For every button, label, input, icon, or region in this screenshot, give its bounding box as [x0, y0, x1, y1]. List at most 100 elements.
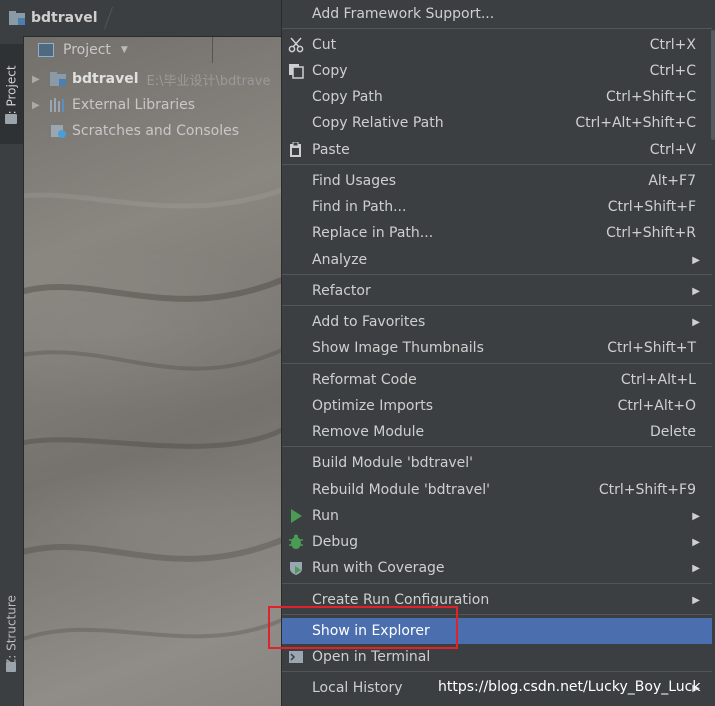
project-view-icon	[38, 43, 54, 57]
menu-item-label: Copy Relative Path	[312, 115, 444, 131]
menu-item-shortcut: Ctrl+Alt+O	[617, 398, 696, 414]
navbar-separator	[103, 7, 113, 29]
menu-item-shortcut: Ctrl+Alt+L	[620, 372, 696, 388]
menu-item-shortcut: Ctrl+V	[649, 142, 696, 158]
menu-item-shortcut: Alt+F7	[648, 173, 696, 189]
tree-item-label: External Libraries	[72, 97, 195, 113]
left-tool-strip: 1: Project Z: Structure	[0, 36, 24, 706]
submenu-arrow-icon: ▶	[692, 594, 700, 606]
watermark-text: https://blog.csdn.net/Lucky_Boy_Luck	[438, 679, 701, 695]
tree-item-label: bdtravel	[72, 71, 139, 87]
menu-item-analyze[interactable]: Analyze ▶	[282, 247, 712, 273]
menu-item-shortcut: Ctrl+Shift+F9	[598, 482, 696, 498]
menu-separator	[282, 274, 712, 275]
submenu-arrow-icon: ▶	[692, 285, 700, 297]
menu-item-copy[interactable]: Copy Ctrl+C	[282, 58, 712, 84]
menu-item-show-image-thumbnails[interactable]: Show Image Thumbnails Ctrl+Shift+T	[282, 335, 712, 361]
menu-item-label: Show Image Thumbnails	[312, 340, 484, 356]
menu-item-remove-module[interactable]: Remove Module Delete	[282, 419, 712, 445]
menu-item-find-usages[interactable]: Find Usages Alt+F7	[282, 168, 712, 194]
debug-icon	[288, 534, 304, 550]
menu-item-label: Debug	[312, 534, 359, 550]
menu-item-label: Refactor	[312, 283, 371, 299]
run-icon	[288, 508, 304, 524]
menu-item-run-with-coverage[interactable]: Run with Coverage ▶	[282, 555, 712, 581]
menu-item-shortcut: Ctrl+X	[649, 37, 696, 53]
tree-item-label: Scratches and Consoles	[72, 123, 239, 139]
submenu-arrow-icon: ▶	[692, 254, 700, 266]
menu-item-cut[interactable]: Cut Ctrl+X	[282, 32, 712, 58]
header-divider	[212, 37, 213, 63]
submenu-arrow-icon: ▶	[692, 510, 700, 522]
menu-item-label: Add to Favorites	[312, 314, 426, 330]
menu-item-copy-path[interactable]: Copy Path Ctrl+Shift+C	[282, 84, 712, 110]
menu-item-label: Run	[312, 508, 339, 524]
menu-item-run[interactable]: Run ▶	[282, 503, 712, 529]
expand-arrow-icon[interactable]: ▶	[32, 100, 42, 111]
menu-item-label: Optimize Imports	[312, 398, 433, 414]
expand-arrow-icon[interactable]: ▶	[32, 74, 42, 85]
menu-item-label: Build Module 'bdtravel'	[312, 455, 474, 471]
menu-item-label: Reformat Code	[312, 372, 417, 388]
menu-item-reformat-code[interactable]: Reformat Code Ctrl+Alt+L	[282, 367, 712, 393]
menu-item-label: Find in Path...	[312, 199, 407, 215]
project-panel-header[interactable]: Project ▼	[24, 37, 282, 63]
structure-tab-icon	[6, 662, 16, 672]
menu-separator	[282, 583, 712, 584]
menu-item-label: Copy	[312, 63, 348, 79]
menu-item-build-module[interactable]: Build Module 'bdtravel'	[282, 450, 712, 476]
menu-item-label: Analyze	[312, 252, 368, 268]
menu-item-find-in-path[interactable]: Find in Path... Ctrl+Shift+F	[282, 194, 712, 220]
submenu-arrow-icon: ▶	[692, 316, 700, 328]
scissors-icon	[288, 37, 304, 53]
tree-item-external-libraries[interactable]: ▶ External Libraries	[24, 92, 282, 118]
menu-item-shortcut: Ctrl+C	[649, 63, 696, 79]
menu-item-label: Copy Path	[312, 89, 383, 105]
submenu-arrow-icon: ▶	[692, 562, 700, 574]
menu-item-label: Replace in Path...	[312, 225, 434, 241]
menu-item-label: Open in Terminal	[312, 649, 431, 665]
menu-item-rebuild-module[interactable]: Rebuild Module 'bdtravel' Ctrl+Shift+F9	[282, 477, 712, 503]
scratches-icon	[51, 125, 66, 138]
menu-item-replace-in-path[interactable]: Replace in Path... Ctrl+Shift+R	[282, 220, 712, 246]
menu-item-shortcut: Ctrl+Shift+T	[607, 340, 696, 356]
menu-item-copy-relative-path[interactable]: Copy Relative Path Ctrl+Alt+Shift+C	[282, 110, 712, 136]
clipboard-icon	[288, 142, 304, 158]
tree-item-path: E:\毕业设计\bdtrave	[146, 73, 271, 89]
tree-item-bdtravel[interactable]: ▶ bdtravel E:\毕业设计\bdtrave	[24, 66, 282, 92]
menu-item-shortcut: Delete	[650, 424, 696, 440]
menu-item-shortcut: Ctrl+Shift+F	[607, 199, 696, 215]
menu-item-label: Add Framework Support...	[312, 6, 495, 22]
menu-item-refactor[interactable]: Refactor ▶	[282, 278, 712, 304]
menu-separator	[282, 28, 712, 29]
submenu-arrow-icon: ▶	[692, 536, 700, 548]
menu-separator	[282, 363, 712, 364]
menu-item-label: Local History	[312, 680, 403, 696]
menu-item-label: Find Usages	[312, 173, 397, 189]
project-tab-icon	[5, 114, 17, 124]
menu-separator	[282, 305, 712, 306]
highlight-box	[268, 606, 458, 649]
menu-item-add-to-favorites[interactable]: Add to Favorites ▶	[282, 309, 712, 335]
menu-item-optimize-imports[interactable]: Optimize Imports Ctrl+Alt+O	[282, 393, 712, 419]
menu-item-shortcut: Ctrl+Shift+R	[606, 225, 696, 241]
folder-icon	[9, 11, 25, 25]
menu-separator	[282, 164, 712, 165]
navbar-project-title[interactable]: bdtravel	[31, 10, 98, 26]
menu-separator	[282, 671, 712, 672]
navigation-bar: bdtravel	[0, 0, 282, 37]
menu-item-add-framework-support[interactable]: Add Framework Support...	[282, 1, 712, 27]
chevron-down-icon[interactable]: ▼	[121, 45, 128, 55]
tab-project[interactable]: 1: Project	[0, 44, 23, 144]
menu-item-paste[interactable]: Paste Ctrl+V	[282, 137, 712, 163]
tree-item-scratches[interactable]: Scratches and Consoles	[24, 118, 282, 144]
coverage-icon	[288, 560, 304, 576]
library-icon	[50, 98, 64, 112]
menu-item-label: Paste	[312, 142, 350, 158]
menu-item-label: Cut	[312, 37, 337, 53]
menu-item-shortcut: Ctrl+Shift+C	[606, 89, 696, 105]
menu-item-debug[interactable]: Debug ▶	[282, 529, 712, 555]
project-view-label: Project	[63, 42, 111, 58]
menu-item-label: Rebuild Module 'bdtravel'	[312, 482, 491, 498]
menu-item-label: Remove Module	[312, 424, 425, 440]
